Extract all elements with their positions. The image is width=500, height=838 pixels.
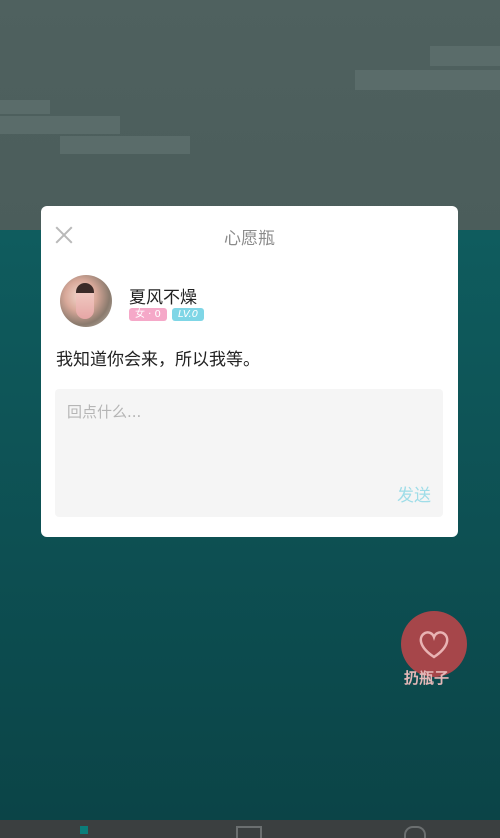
- reply-box: 发送: [55, 389, 443, 517]
- level-badge: LV.0: [172, 308, 205, 321]
- send-button[interactable]: 发送: [397, 481, 431, 506]
- sender-name: 夏风不燥: [129, 288, 197, 308]
- avatar[interactable]: [60, 275, 112, 327]
- gender-age-badge: 女 · 0: [129, 308, 167, 321]
- dialog-title: 心愿瓶: [224, 229, 275, 249]
- bottle-message: 我知道你会来，所以我等。: [56, 350, 260, 370]
- wish-bottle-dialog: 心愿瓶 夏风不燥 女 · 0 LV.0 我知道你会来，所以我等。 发送: [41, 206, 458, 537]
- reply-input[interactable]: [65, 399, 369, 425]
- avatar-figure: [76, 283, 94, 319]
